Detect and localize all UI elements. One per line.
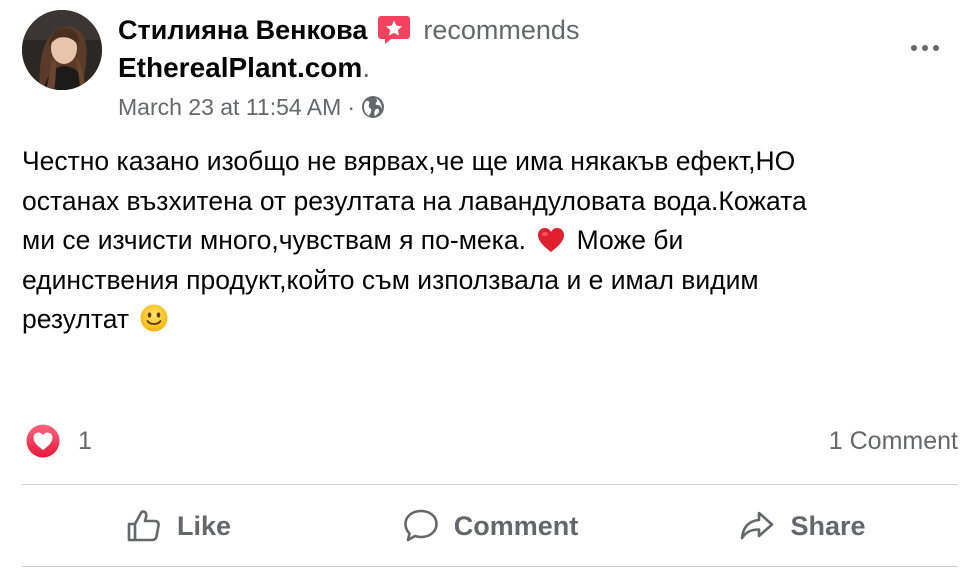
page-name-link[interactable]: EtherealPlant.com <box>118 52 362 84</box>
red-heart-emoji <box>536 226 566 254</box>
recommendation-star-icon <box>377 13 411 47</box>
share-label: Share <box>790 510 866 541</box>
meta-separator: · <box>347 93 355 120</box>
post-meta: March 23 at 11:54 AM · <box>118 90 385 124</box>
divider <box>22 484 958 485</box>
author-name[interactable]: Стилияна Венкова <box>118 15 367 46</box>
recommended-page: EtherealPlant.com . <box>118 50 370 86</box>
love-reaction-icon <box>24 422 62 460</box>
thumbs-up-icon <box>127 510 160 542</box>
comment-label: Comment <box>453 510 579 541</box>
speech-bubble-icon <box>403 509 438 542</box>
page-suffix: . <box>362 52 371 83</box>
divider <box>22 566 958 567</box>
reaction-count: 1 <box>78 426 92 455</box>
post-body-line-part: Може би <box>569 225 684 255</box>
post-body-line: единствения продукт,който съм използвала… <box>22 264 759 295</box>
like-button[interactable]: Like <box>22 500 334 552</box>
share-arrow-icon <box>741 511 774 540</box>
comment-count-link[interactable]: 1 Comment <box>829 422 958 460</box>
reaction-summary[interactable]: 1 <box>24 422 92 460</box>
post-body-line: останах възхитена от резултата на лаванд… <box>22 185 807 216</box>
comment-button[interactable]: Comment <box>334 500 646 552</box>
like-label: Like <box>176 510 232 541</box>
action-bar: Like Comment Share <box>22 500 958 552</box>
facebook-recommendation-post: Стилияна Венкова recommends EtherealPlan… <box>0 0 978 582</box>
avatar[interactable] <box>22 10 102 90</box>
timestamp-link[interactable]: March 23 at 11:54 AM <box>118 94 341 121</box>
post-body-line: Честно казано изобщо не вярвах,че ще има… <box>22 146 796 176</box>
post-header: Стилияна Венкова recommends <box>118 12 579 48</box>
post-body-line: резултат <box>22 300 962 340</box>
recommends-label: recommends <box>423 14 580 45</box>
share-button[interactable]: Share <box>646 500 958 552</box>
post-body-line-part: ми се изчисти много,чувствам я по-мека. <box>22 225 534 255</box>
post-body-line: ми се изчисти много,чувствам я по-мека. … <box>22 221 962 261</box>
post-body-line-part: резултат <box>22 304 137 334</box>
more-options-icon[interactable] <box>906 30 944 66</box>
slightly-smiling-face-emoji <box>139 303 169 332</box>
post-body: Честно казано изобщо не вярвах,че ще има… <box>22 142 962 340</box>
globe-icon[interactable] <box>361 95 385 119</box>
